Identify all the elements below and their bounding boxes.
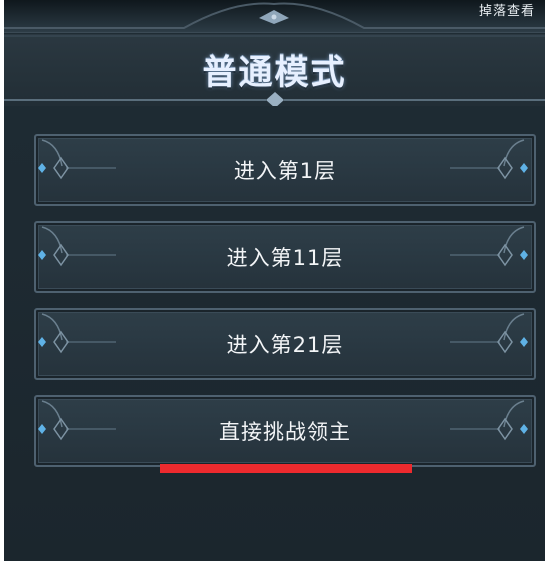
highlight-underline [160, 464, 412, 473]
drop-view-link[interactable]: 掉落查看 [479, 0, 535, 19]
enter-floor-1-label: 进入第1层 [233, 159, 337, 183]
game-menu-panel: 掉落查看 普通模式 进入第1层 进入第11层 进入第21层 直接挑战领主 [4, 0, 545, 561]
enter-floor-21-label: 进入第21层 [226, 333, 344, 357]
enter-floor-21-button[interactable]: 进入第21层 [34, 308, 536, 380]
enter-floor-11-button[interactable]: 进入第11层 [34, 221, 536, 293]
enter-floor-1-button[interactable]: 进入第1层 [34, 134, 536, 206]
challenge-boss-button[interactable]: 直接挑战领主 [34, 395, 536, 467]
challenge-boss-label: 直接挑战领主 [219, 420, 351, 444]
mode-title: 普通模式 [202, 53, 347, 93]
enter-floor-11-label: 进入第11层 [226, 246, 344, 270]
top-ornament: 掉落查看 [4, 0, 545, 33]
